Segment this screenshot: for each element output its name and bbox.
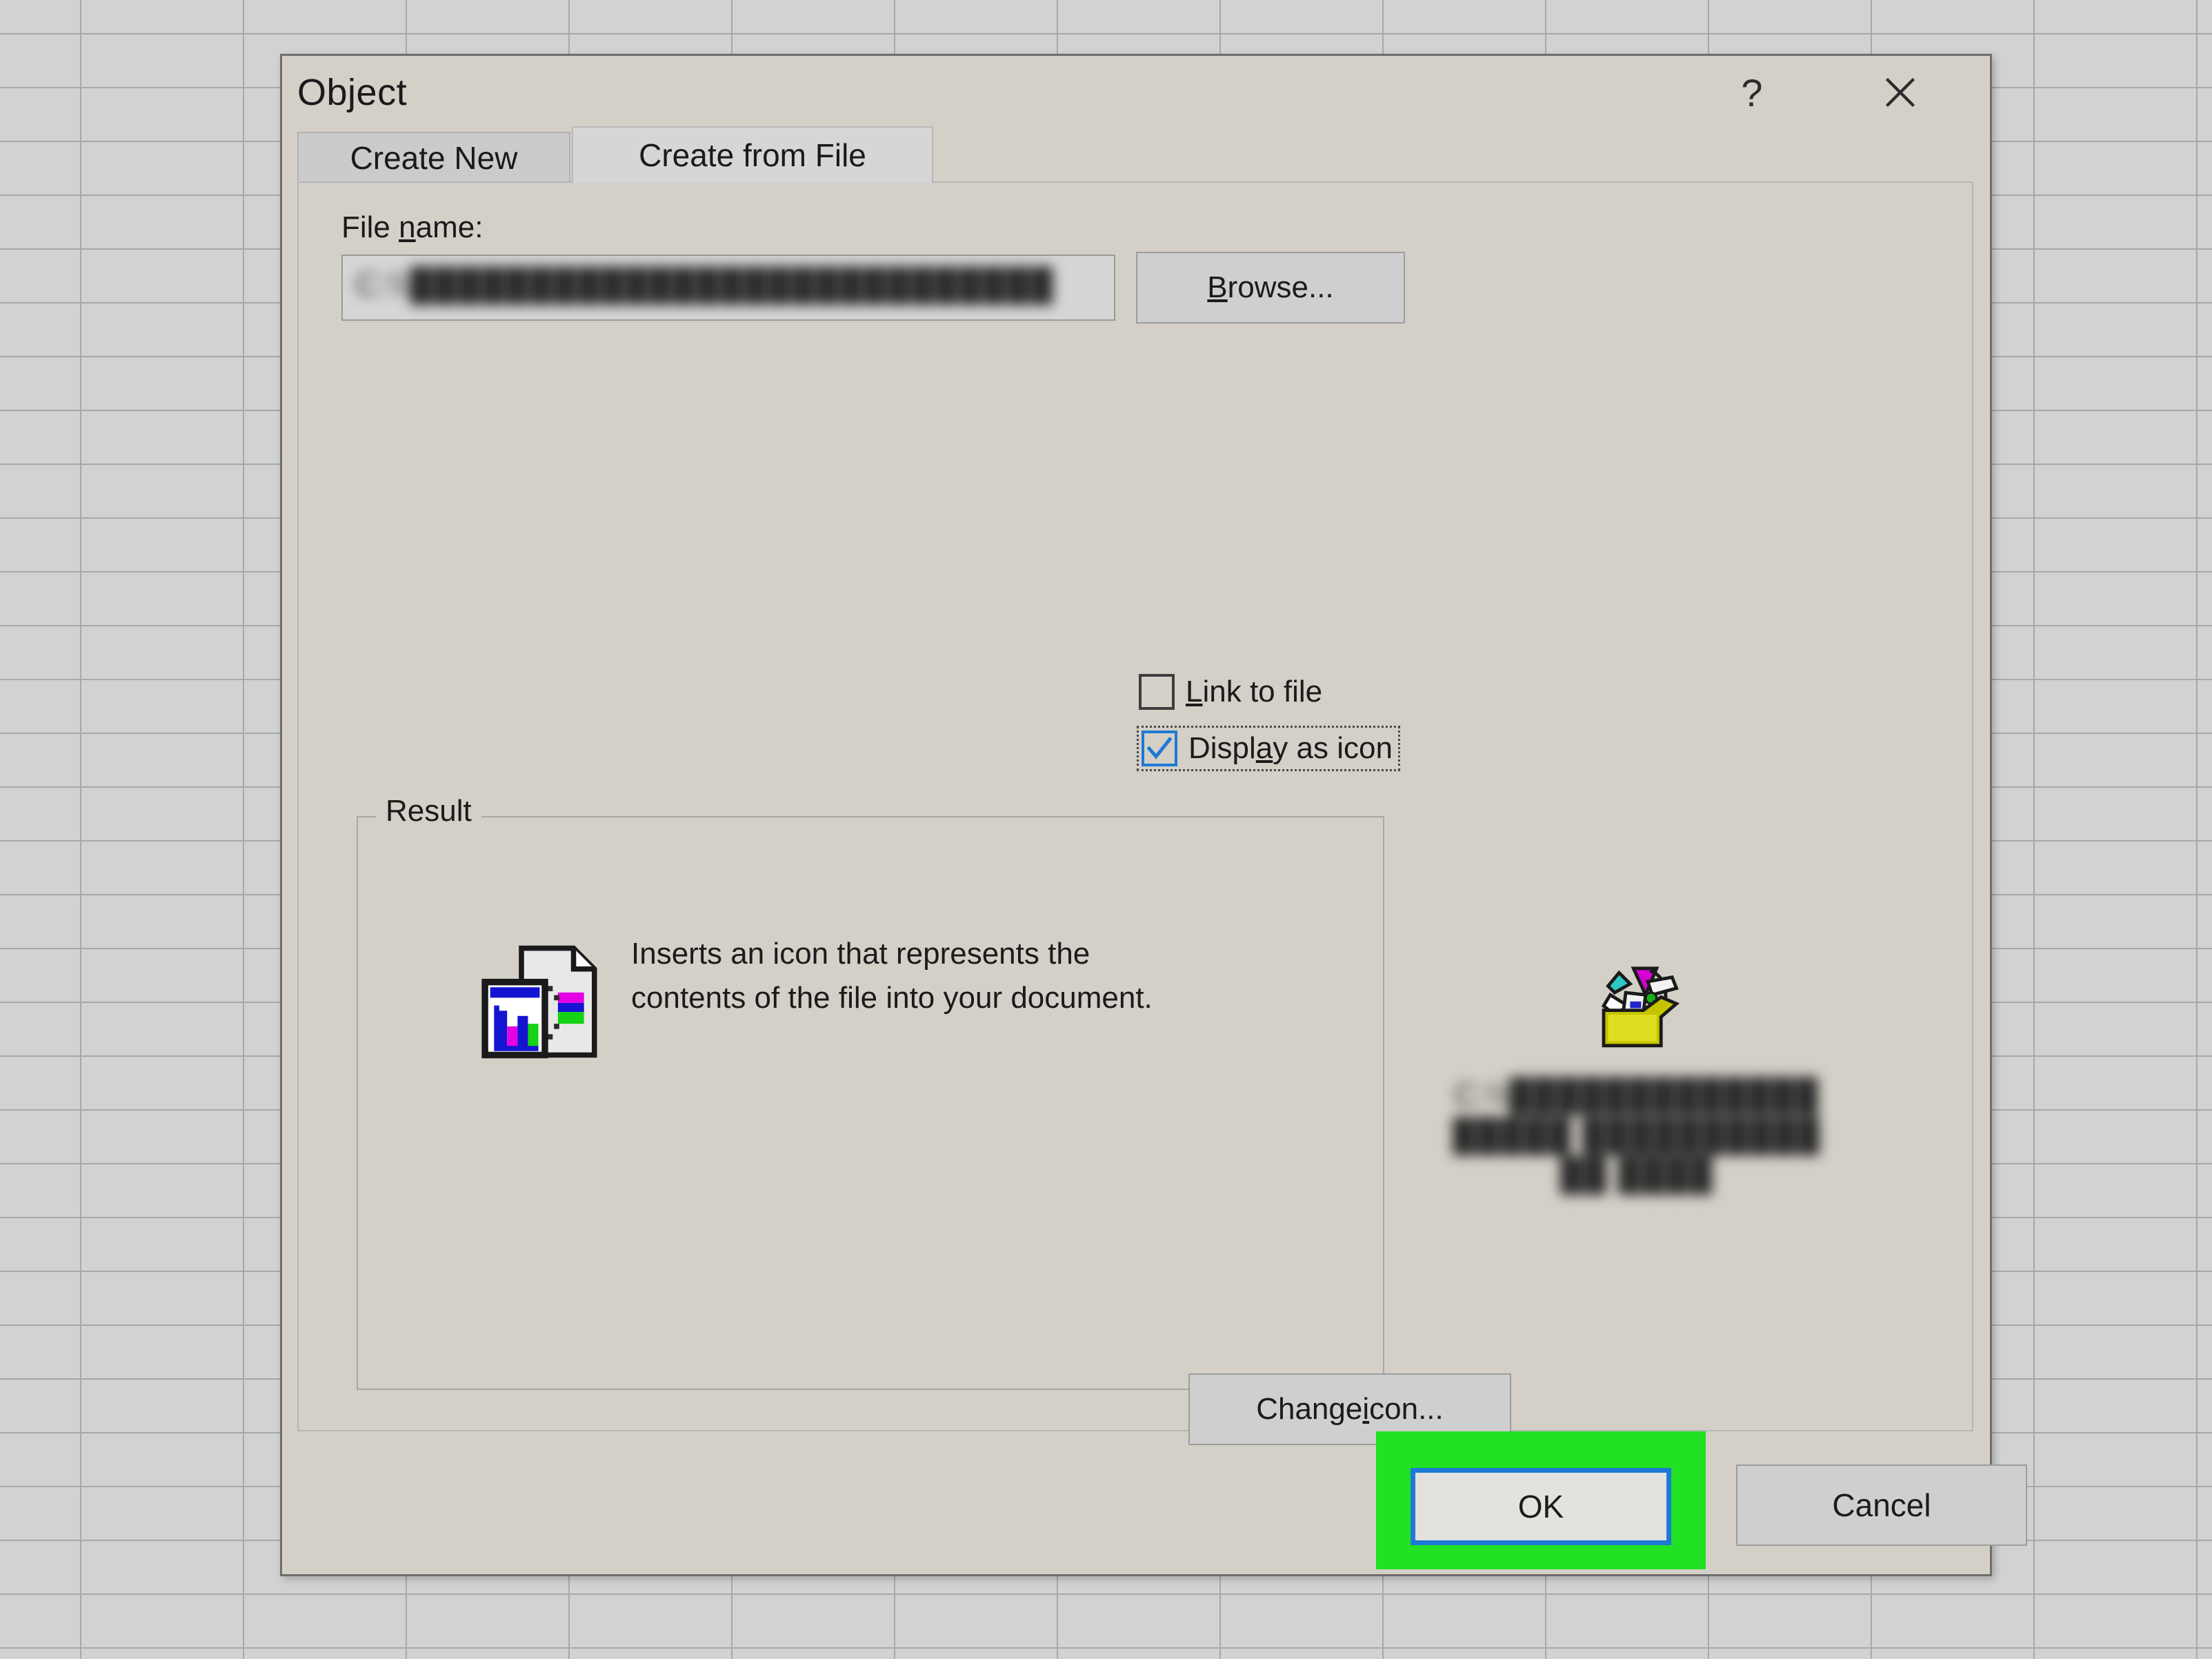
tab-create-new[interactable]: Create New: [297, 132, 570, 183]
tab-panel-create-from-file: File name: C:\\█████████████████████████…: [297, 181, 1973, 1445]
display-as-icon-checkbox[interactable]: Display as icon: [1137, 726, 1400, 771]
file-name-input[interactable]: C:\\███████████████████████████: [341, 255, 1115, 321]
package-box-icon: [1601, 966, 1680, 1048]
file-name-value: C:\\███████████████████████████: [355, 266, 1055, 302]
link-to-file-checkbox[interactable]: Link to file: [1139, 674, 1322, 710]
dialog-title: Object: [297, 72, 408, 113]
checkbox-box-checked: [1142, 731, 1177, 766]
dialog-title-bar: Object ?: [282, 56, 1990, 128]
ok-button[interactable]: OK: [1411, 1468, 1671, 1545]
cancel-button[interactable]: Cancel: [1736, 1464, 2027, 1546]
file-name-label: File name:: [341, 210, 484, 244]
icon-preview-caption: C:\\██████████████████ ████████████ ████: [1453, 1077, 1821, 1192]
icon-preview: C:\\██████████████████ ████████████ ████: [1444, 948, 1830, 1195]
help-icon[interactable]: ?: [1720, 66, 1784, 119]
browse-button[interactable]: Browse...: [1136, 252, 1405, 324]
tab-create-from-file[interactable]: Create from File: [572, 126, 933, 183]
result-description: Inserts an icon that represents the cont…: [631, 937, 1153, 1015]
display-as-icon-label: Display as icon: [1188, 731, 1393, 765]
checkbox-box-unchecked: [1139, 674, 1175, 710]
tab-strip: Create New Create from File: [297, 126, 1973, 183]
object-dialog: Object ? Create New Create from File Fil…: [280, 54, 2027, 1576]
close-icon[interactable]: [1869, 66, 1932, 119]
document-with-chart-icon: [481, 945, 597, 1059]
link-to-file-label: Link to file: [1186, 675, 1323, 708]
result-group-box: Result Inserts an icon that represents t…: [357, 794, 1384, 1390]
result-legend: Result: [376, 794, 481, 828]
